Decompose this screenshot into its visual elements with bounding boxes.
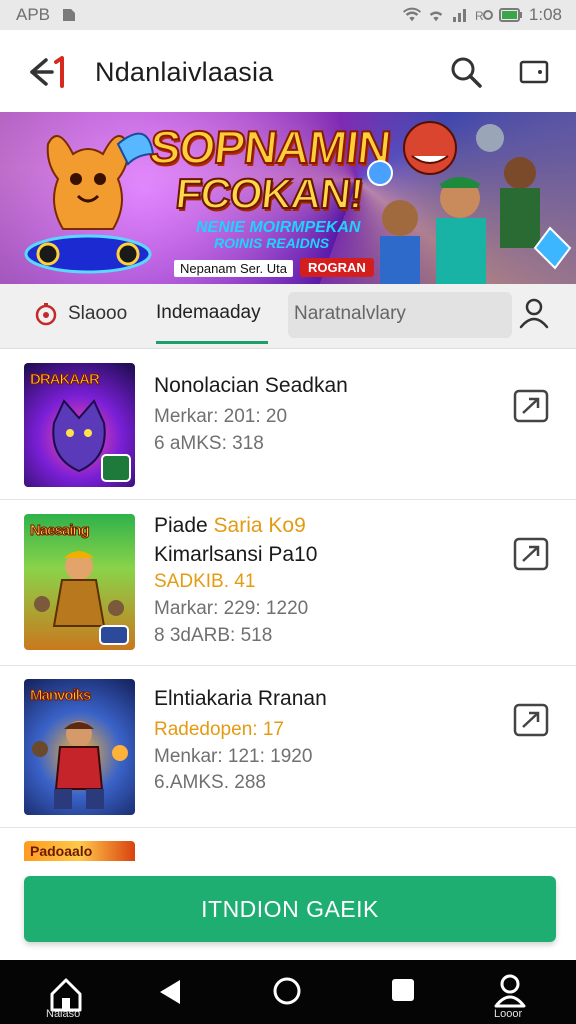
game-title: Nonolacian Seadkan (154, 374, 348, 397)
nav-back-icon[interactable] (156, 978, 184, 1006)
signal-icon (451, 6, 469, 24)
game-meta-1: Menkar: 121: 1920 (154, 746, 313, 767)
search-icon (451, 57, 482, 88)
svg-text:R: R (475, 9, 484, 23)
characters-illustration (367, 121, 572, 284)
wifi-secondary-icon (427, 6, 445, 24)
game-rating: SADKIB. 41 (154, 571, 256, 592)
profile-nav-icon[interactable] (494, 974, 526, 1008)
carrier-label: APB (16, 5, 51, 24)
game-meta-2: 6.AMKS. 288 (154, 772, 266, 793)
tab-slaooo[interactable]: Slaooo (34, 302, 127, 326)
game-title-highlight: Saria Ko9 (213, 514, 306, 537)
list-item[interactable]: Manvoiks Elntiakaria Rranan Radedopen: 1… (0, 665, 576, 828)
game-rating: Radedopen: 17 (154, 719, 284, 740)
filter-search-field[interactable]: Naratnalvlary (288, 292, 512, 338)
game-subtitle: Kimarlsansi Pa10 (154, 543, 318, 566)
game-thumbnail: DRAKAAR (24, 363, 135, 487)
nav-home-circle-icon[interactable] (272, 976, 302, 1006)
fox-mascot-illustration (24, 132, 155, 274)
page-title: Ndanlaivlaasia (95, 57, 274, 87)
notification-icon (60, 6, 78, 24)
game-meta-1: Merkar: 201: 20 (154, 406, 288, 427)
tab-slaooo-label: Slaooo (68, 303, 128, 324)
app-bar: Ndanlaivlaasia (0, 30, 576, 112)
game-meta-1: Markar: 229: 1220 (154, 598, 309, 619)
game-thumbnail: Manvoiks (24, 679, 135, 815)
wifi-icon (402, 6, 421, 24)
wallet-button[interactable] (518, 58, 550, 86)
wallet-icon (519, 60, 549, 84)
partial-game-thumbnail[interactable]: Padoaalo (24, 841, 135, 861)
primary-action-label: ITNDION GAEIK (201, 896, 379, 922)
clock: 1:08 (528, 5, 562, 24)
banner-headline-1: SOPNAMIN (146, 120, 393, 174)
game-title-prefix: Piade (154, 514, 214, 537)
battery-icon (498, 6, 523, 24)
banner-subline-2: ROINIS REAIDNS (214, 235, 330, 251)
primary-action-button[interactable]: ITNDION GAEIK (24, 876, 556, 942)
game-title: Piade Saria Ko9 (154, 514, 306, 538)
status-bar: APB R 1:08 (0, 0, 576, 30)
network-type-icon: R (475, 6, 493, 24)
tab-indemaaday[interactable]: Indemaaday (156, 302, 261, 324)
home-nav-label: Naiaso (46, 1008, 81, 1020)
filter-bar: Slaooo Indemaaday Naratnalvlary (0, 284, 576, 349)
system-nav-bar: Naiaso Looor (0, 960, 576, 1024)
banner-promo-text: Nepanam Ser. Uta (174, 260, 293, 277)
open-external-icon[interactable] (513, 703, 549, 737)
user-profile-icon[interactable] (519, 297, 549, 329)
list-item[interactable]: Naesaing Piade Saria Ko9 Kimarlsansi Pa1… (0, 499, 576, 666)
list-item[interactable]: DRAKAAR Nonolacian Seadkan Merkar: 201: … (0, 349, 576, 500)
game-meta-2: 8 3dARB: 518 (154, 625, 273, 646)
open-external-icon[interactable] (513, 537, 549, 571)
stopwatch-icon (35, 303, 57, 326)
game-thumbnail: Naesaing (24, 514, 135, 650)
game-meta-2: 6 aMKS: 318 (154, 433, 264, 454)
profile-nav-label: Looor (494, 1008, 523, 1020)
back-button[interactable] (22, 52, 68, 92)
partial-thumbnail-title: Padoaalo (30, 843, 93, 859)
game-title: Elntiakaria Rranan (154, 687, 327, 710)
recents-icon[interactable] (392, 979, 414, 1001)
filter-search-placeholder: Naratnalvlary (294, 303, 406, 324)
promo-banner[interactable]: SOPNAMIN FCOKAN! NENIE MOIRMPEKAN ROINIS… (0, 112, 576, 284)
back-arrow-icon (30, 56, 64, 88)
active-tab-indicator (156, 341, 268, 344)
open-external-icon[interactable] (513, 389, 549, 423)
search-button[interactable] (448, 54, 484, 90)
banner-headline-2: FCOKAN! (173, 169, 367, 218)
